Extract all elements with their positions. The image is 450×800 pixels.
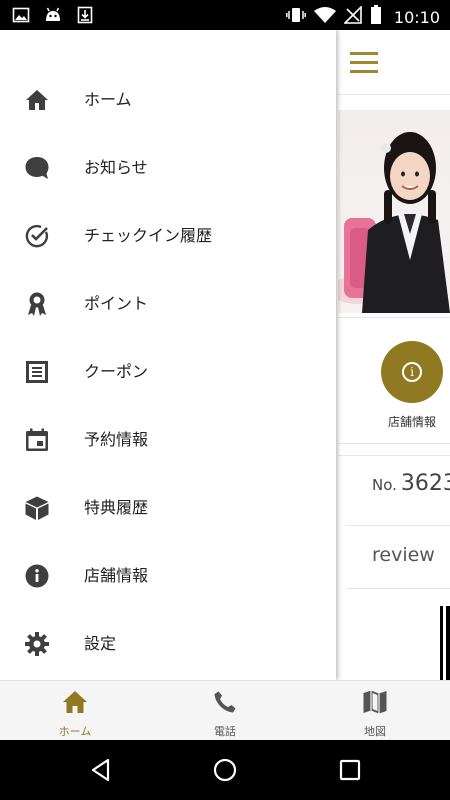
info-icon: i	[402, 362, 422, 382]
drawer-item-checkin-history[interactable]: チェックイン履歴	[0, 202, 336, 270]
store-info-label: 店舗情報	[388, 415, 437, 429]
bottom-tab-home[interactable]: ホーム	[0, 681, 150, 741]
drawer-item-points[interactable]: ポイント	[0, 270, 336, 338]
phone-icon	[212, 689, 238, 715]
back-icon[interactable]	[88, 757, 114, 783]
drawer-item-label: お知らせ	[84, 158, 148, 177]
main-content: i 店舗情報 No. 3623 review	[338, 30, 450, 680]
drawer-item-coupon[interactable]: クーポン	[0, 338, 336, 406]
drawer-item-home[interactable]: ホーム	[0, 66, 336, 134]
drawer-item-label: 特典履歴	[84, 498, 149, 517]
bottom-navigation: ホーム 電話 地図	[0, 680, 450, 740]
store-info-button[interactable]: i	[381, 341, 443, 403]
gear-icon	[24, 631, 50, 657]
barcode	[440, 606, 450, 680]
drawer-item-label: クーポン	[84, 362, 149, 381]
home-circle-icon[interactable]	[212, 757, 238, 783]
check-circle-icon	[24, 223, 50, 249]
vibrate-icon	[285, 6, 306, 28]
recents-icon[interactable]	[337, 757, 363, 783]
drawer-item-label: 設定	[84, 634, 117, 653]
bottom-tab-phone[interactable]: 電話	[150, 681, 300, 741]
image-icon	[12, 6, 30, 24]
drawer-item-store-info[interactable]: 店舗情報	[0, 542, 336, 610]
home-icon	[62, 689, 88, 715]
drawer-item-label: ホーム	[84, 90, 132, 109]
app-screen: 10:10 i 店舗情報 No. 3623 review ホーム お知らせ チェ…	[0, 0, 450, 800]
status-time: 10:10	[393, 7, 440, 27]
wifi-icon	[313, 6, 336, 28]
bottom-tab-label: ホーム	[58, 725, 92, 738]
system-navigation-bar	[0, 740, 450, 800]
drawer-item-label: チェックイン履歴	[84, 226, 213, 245]
drawer-item-news[interactable]: お知らせ	[0, 134, 336, 202]
drawer-item-label: 店舗情報	[84, 566, 149, 585]
member-number: No. 3623	[372, 471, 450, 496]
bottom-tab-label: 地図	[364, 725, 386, 738]
review-link[interactable]: review	[372, 544, 435, 566]
hero-photo	[338, 110, 450, 313]
chat-bubble-icon	[24, 155, 50, 181]
drawer-item-label: ポイント	[84, 294, 149, 313]
drawer-item-benefit-history[interactable]: 特典履歴	[0, 474, 336, 542]
coupon-icon	[24, 359, 50, 385]
map-icon	[362, 689, 388, 715]
navigation-drawer: ホーム お知らせ チェックイン履歴 ポイント クーポン 予約情報 特典履歴 店舗…	[0, 30, 336, 680]
award-icon	[24, 291, 50, 317]
drawer-item-settings[interactable]: 設定	[0, 610, 336, 678]
bottom-tab-map[interactable]: 地図	[300, 681, 450, 741]
member-number-value: 3623	[400, 471, 450, 496]
app-toolbar	[338, 30, 450, 95]
no-signal-icon	[342, 5, 362, 28]
box-icon	[24, 495, 50, 521]
member-number-prefix: No.	[372, 476, 397, 494]
android-icon	[44, 6, 62, 24]
drawer-item-reservation[interactable]: 予約情報	[0, 406, 336, 474]
calendar-icon	[24, 427, 50, 453]
hamburger-menu-icon[interactable]	[350, 52, 378, 73]
download-icon	[76, 6, 94, 24]
battery-icon	[370, 5, 382, 29]
info-icon	[24, 563, 50, 589]
bottom-tab-label: 電話	[214, 725, 236, 738]
home-icon	[24, 87, 50, 113]
drawer-item-label: 予約情報	[84, 430, 149, 449]
status-bar: 10:10	[0, 0, 450, 30]
